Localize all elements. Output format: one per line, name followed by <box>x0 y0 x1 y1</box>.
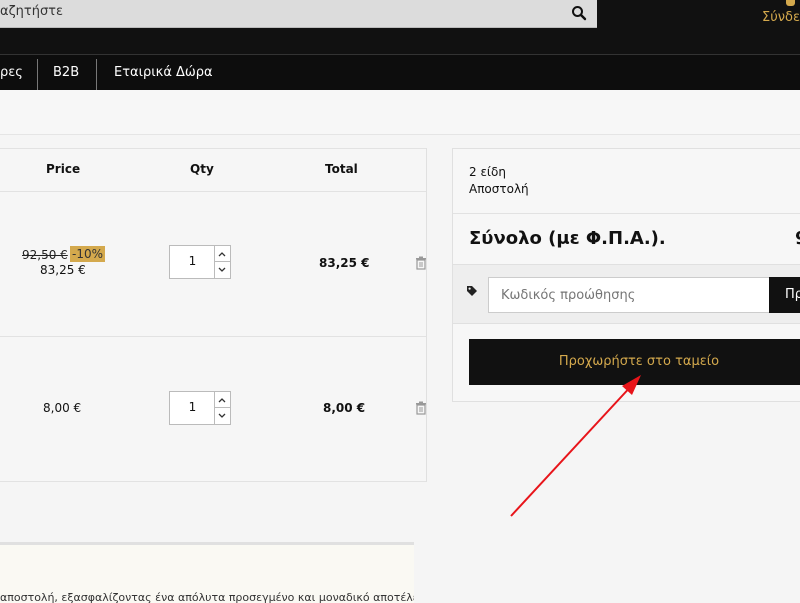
qty-increase-button[interactable] <box>214 246 230 262</box>
search-input[interactable]: αζητήστε <box>0 4 63 19</box>
table-row: 92,50 € -10% 83,25 € 1 83,25 € <box>0 190 426 337</box>
top-bar: αζητήστε Σύνδε <box>0 0 800 54</box>
cart-table-header: Price Qty Total <box>0 148 426 192</box>
unit-price: 8,00 € <box>43 401 82 415</box>
header-price: Price <box>46 162 81 176</box>
line-total: 8,00 € <box>323 401 366 415</box>
chevron-down-icon <box>218 267 226 272</box>
order-summary: 2 είδη Αποστολή Σύνολο (με Φ.Π.Α.). 9 Πρ… <box>452 148 800 402</box>
search-bar[interactable]: αζητήστε <box>0 0 597 28</box>
discount-badge: -10% <box>70 246 106 262</box>
header-qty: Qty <box>190 162 214 176</box>
qty-decrease-button[interactable] <box>214 262 230 278</box>
quantity-stepper[interactable]: 1 <box>169 391 231 425</box>
line-total: 83,25 € <box>319 256 370 270</box>
description-text: αποστολή, εξασφαλίζοντας ένα απόλυτα προ… <box>0 591 414 603</box>
user-icon[interactable] <box>786 0 795 6</box>
product-description: αποστολή, εξασφαλίζοντας ένα απόλυτα προ… <box>0 542 414 603</box>
original-price: 92,50 € <box>22 248 68 262</box>
tag-icon <box>467 286 477 296</box>
promo-code-section: Πρ <box>453 264 800 324</box>
unit-price: 83,25 € <box>40 263 86 277</box>
trash-icon[interactable] <box>415 256 427 270</box>
table-row: 8,00 € 1 8,00 € <box>0 336 426 482</box>
quantity-value[interactable]: 1 <box>170 400 215 414</box>
nav-divider <box>37 59 38 91</box>
chevron-down-icon <box>218 413 226 418</box>
nav-divider <box>96 59 97 91</box>
shipping-label: Αποστολή <box>469 182 529 196</box>
total-value: 9 <box>795 228 800 249</box>
items-count: 2 είδη <box>469 165 506 179</box>
divider <box>453 213 800 214</box>
search-icon[interactable] <box>571 5 587 21</box>
main-nav: ρες B2B Εταιρικά Δώρα <box>0 54 800 91</box>
checkout-button[interactable]: Προχωρήστε στο ταμείο <box>469 339 800 385</box>
qty-increase-button[interactable] <box>214 392 230 408</box>
chevron-up-icon <box>218 252 226 257</box>
apply-promo-button[interactable]: Πρ <box>769 277 800 313</box>
total-label: Σύνολο (με Φ.Π.Α.). <box>469 228 666 249</box>
cart-table: Price Qty Total 92,50 € -10% 83,25 € 1 8… <box>0 148 427 482</box>
quantity-value[interactable]: 1 <box>170 254 215 268</box>
trash-icon[interactable] <box>415 401 427 415</box>
breadcrumb-band <box>0 90 800 135</box>
chevron-up-icon <box>218 398 226 403</box>
login-link[interactable]: Σύνδε <box>762 10 800 25</box>
nav-item-b2b[interactable]: B2B <box>53 55 79 91</box>
nav-item-categories[interactable]: ρες <box>0 55 23 91</box>
quantity-stepper[interactable]: 1 <box>169 245 231 279</box>
qty-decrease-button[interactable] <box>214 408 230 424</box>
promo-code-input[interactable] <box>488 277 771 313</box>
header-total: Total <box>325 162 358 176</box>
nav-item-corporate-gifts[interactable]: Εταιρικά Δώρα <box>114 55 213 91</box>
